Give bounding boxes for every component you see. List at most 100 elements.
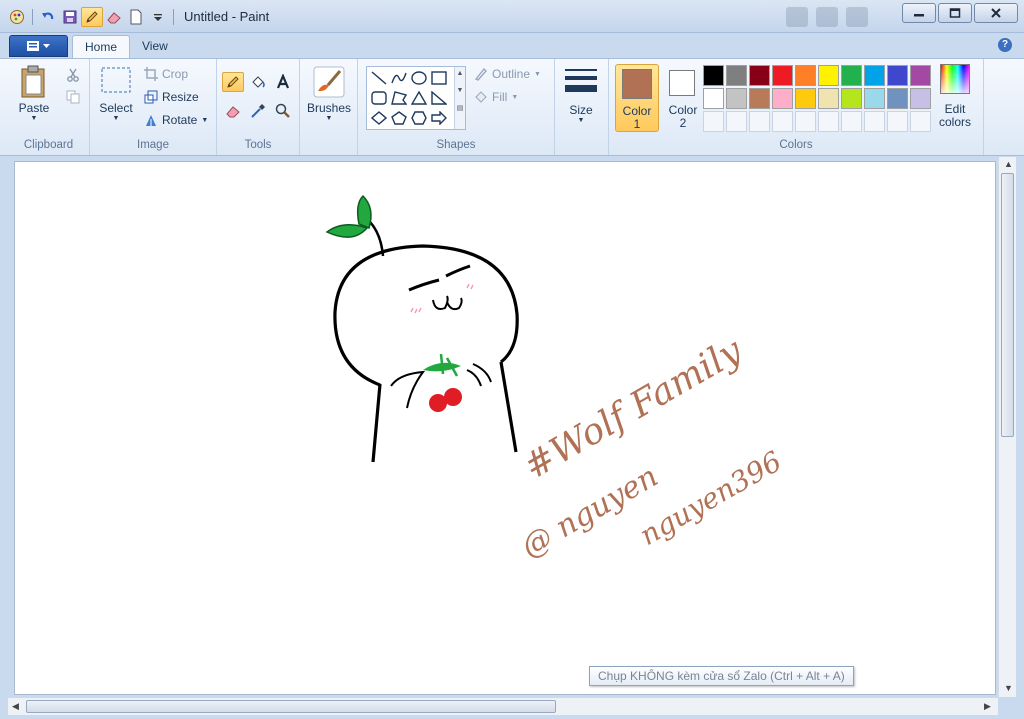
- scroll-right-arrow[interactable]: ▶: [984, 701, 991, 712]
- palette-custom-slot[interactable]: [818, 111, 839, 132]
- edit-colors-button[interactable]: Edit colors: [935, 64, 975, 136]
- palette-swatch[interactable]: [818, 88, 839, 109]
- zalo-capture-tooltip: Chụp KHÔNG kèm cửa sổ Zalo (Ctrl + Alt +…: [589, 666, 854, 686]
- shapes-gallery-scroll[interactable]: ▲ ▼ ▤: [454, 67, 465, 129]
- crop-label: Crop: [162, 67, 189, 81]
- color1-swatch: [622, 69, 652, 99]
- palette-custom-slot[interactable]: [864, 111, 885, 132]
- palette-swatch[interactable]: [749, 65, 770, 86]
- tab-home[interactable]: Home: [72, 35, 131, 59]
- resize-button[interactable]: Resize: [144, 90, 199, 104]
- title-bar: Untitled - Paint: [0, 0, 1024, 33]
- palette-custom-slot[interactable]: [703, 111, 724, 132]
- right-arrow-shape-icon[interactable]: [429, 109, 449, 127]
- crop-button[interactable]: Crop: [144, 67, 188, 81]
- palette-custom-slot[interactable]: [910, 111, 931, 132]
- pencil-tool[interactable]: [222, 72, 244, 92]
- hexagon-shape-icon[interactable]: [409, 109, 429, 127]
- palette-swatch[interactable]: [818, 65, 839, 86]
- drawing-canvas[interactable]: #Wolf Family @ nguyen nguyen396 Chụp KHÔ…: [14, 161, 996, 695]
- close-button[interactable]: [974, 3, 1018, 23]
- palette-swatch[interactable]: [772, 65, 793, 86]
- color1-number: 1: [633, 117, 641, 131]
- copy-button[interactable]: [62, 87, 84, 107]
- oval-shape-icon[interactable]: [409, 69, 429, 87]
- palette-swatch[interactable]: [841, 88, 862, 109]
- vertical-scrollbar[interactable]: ▲ ▼: [998, 157, 1016, 697]
- brushes-button[interactable]: Brushes ▼: [306, 65, 352, 122]
- text-tool[interactable]: [272, 72, 294, 92]
- maximize-button[interactable]: [938, 3, 972, 23]
- palette-custom-slot[interactable]: [887, 111, 908, 132]
- paint-menu-button[interactable]: [9, 35, 68, 57]
- pentagon-shape-icon[interactable]: [389, 109, 409, 127]
- paint-app-icon[interactable]: [6, 7, 28, 27]
- right-triangle-shape-icon[interactable]: [429, 89, 449, 107]
- palette-custom-slot[interactable]: [795, 111, 816, 132]
- palette-custom-slot[interactable]: [841, 111, 862, 132]
- rectangle-shape-icon[interactable]: [429, 69, 449, 87]
- palette-swatch[interactable]: [841, 65, 862, 86]
- scroll-down-arrow[interactable]: ▼: [1004, 683, 1013, 693]
- paste-label: Paste: [18, 101, 50, 115]
- palette-swatch[interactable]: [795, 65, 816, 86]
- curve-shape-icon[interactable]: [389, 69, 409, 87]
- eraser-icon: [226, 106, 240, 118]
- color2-button[interactable]: Color 2: [661, 64, 705, 132]
- palette-swatch[interactable]: [910, 65, 931, 86]
- palette-swatch[interactable]: [749, 88, 770, 109]
- magnifier-tool[interactable]: [272, 101, 294, 121]
- fill-button[interactable]: Fill ▼: [474, 90, 518, 104]
- palette-custom-slot[interactable]: [772, 111, 793, 132]
- qa-separator: [173, 9, 174, 25]
- save-icon[interactable]: [59, 7, 81, 27]
- handwriting-line2b: nguyen396: [634, 445, 787, 553]
- pencil-icon[interactable]: [81, 7, 103, 27]
- shapes-group-label: Shapes: [436, 139, 476, 151]
- scroll-up-arrow[interactable]: ▲: [1004, 159, 1013, 169]
- triangle-shape-icon[interactable]: [409, 89, 429, 107]
- color1-button[interactable]: Color 1: [615, 64, 659, 132]
- help-icon[interactable]: ?: [998, 38, 1012, 52]
- select-button[interactable]: Select ▼: [96, 65, 136, 122]
- color-picker-tool[interactable]: [247, 101, 269, 121]
- scroll-left-arrow[interactable]: ◀: [12, 701, 19, 712]
- resize-label: Resize: [162, 90, 199, 104]
- cut-button[interactable]: [62, 65, 84, 85]
- rotate-button[interactable]: Rotate ▼: [144, 113, 208, 127]
- palette-swatch[interactable]: [864, 88, 885, 109]
- palette-custom-slot[interactable]: [749, 111, 770, 132]
- size-button[interactable]: Size ▼: [561, 67, 601, 124]
- eraser-icon[interactable]: [103, 7, 125, 27]
- outline-button[interactable]: Outline ▼: [474, 67, 541, 81]
- palette-swatch[interactable]: [795, 88, 816, 109]
- palette-swatch[interactable]: [887, 65, 908, 86]
- palette-swatch[interactable]: [703, 65, 724, 86]
- line-shape-icon[interactable]: [369, 69, 389, 87]
- paste-button[interactable]: Paste ▼: [14, 65, 54, 122]
- palette-swatch[interactable]: [887, 88, 908, 109]
- horizontal-scroll-thumb[interactable]: [26, 700, 556, 713]
- palette-swatch[interactable]: [726, 65, 747, 86]
- color2-swatch: [669, 70, 695, 96]
- rounded-rectangle-shape-icon[interactable]: [369, 89, 389, 107]
- palette-swatch[interactable]: [864, 65, 885, 86]
- palette-swatch[interactable]: [726, 88, 747, 109]
- palette-swatch[interactable]: [703, 88, 724, 109]
- faded-icon: [786, 7, 808, 27]
- vertical-scroll-thumb[interactable]: [1001, 173, 1014, 437]
- new-document-icon[interactable]: [125, 7, 147, 27]
- palette-swatch[interactable]: [910, 88, 931, 109]
- palette-custom-slot[interactable]: [726, 111, 747, 132]
- size-group: Size ▼: [555, 59, 609, 155]
- palette-swatch[interactable]: [772, 88, 793, 109]
- fill-tool[interactable]: [247, 72, 269, 92]
- tab-view[interactable]: View: [130, 35, 180, 59]
- horizontal-scrollbar[interactable]: ◀ ▶: [8, 697, 998, 715]
- customize-qa-dropdown[interactable]: [147, 7, 169, 27]
- polygon-shape-icon[interactable]: [389, 89, 409, 107]
- eraser-tool[interactable]: [222, 101, 244, 121]
- undo-icon[interactable]: [37, 7, 59, 27]
- diamond-shape-icon[interactable]: [369, 109, 389, 127]
- minimize-button[interactable]: [902, 3, 936, 23]
